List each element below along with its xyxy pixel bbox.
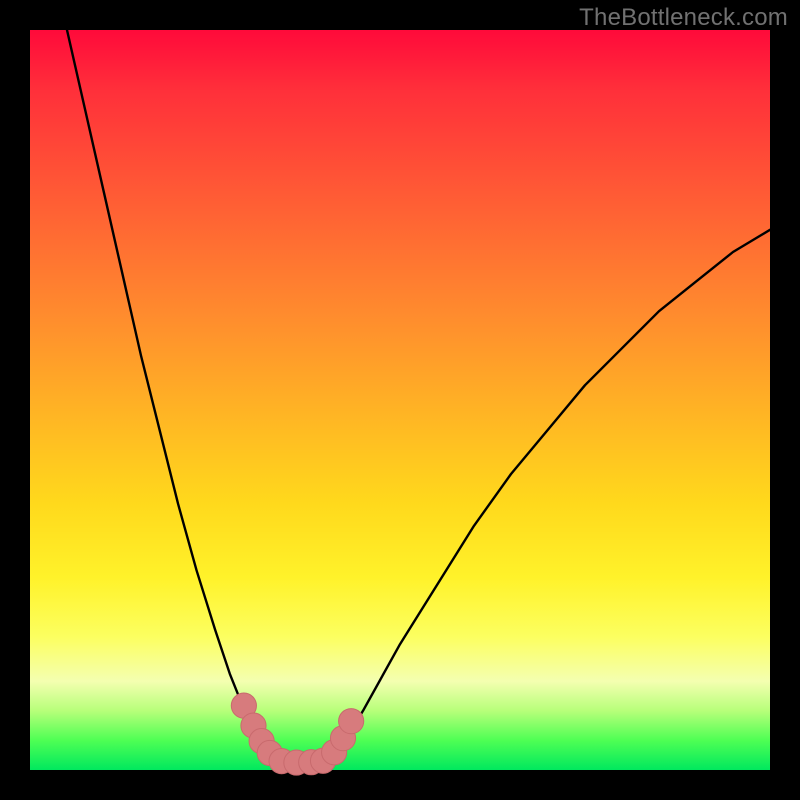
valley-markers [231, 693, 363, 775]
valley-marker [339, 709, 364, 734]
watermark-text: TheBottleneck.com [579, 4, 788, 32]
curve-layer [30, 30, 770, 770]
bottleneck-curve [67, 30, 770, 763]
plot-area [30, 30, 770, 770]
chart-frame: TheBottleneck.com [0, 0, 800, 800]
